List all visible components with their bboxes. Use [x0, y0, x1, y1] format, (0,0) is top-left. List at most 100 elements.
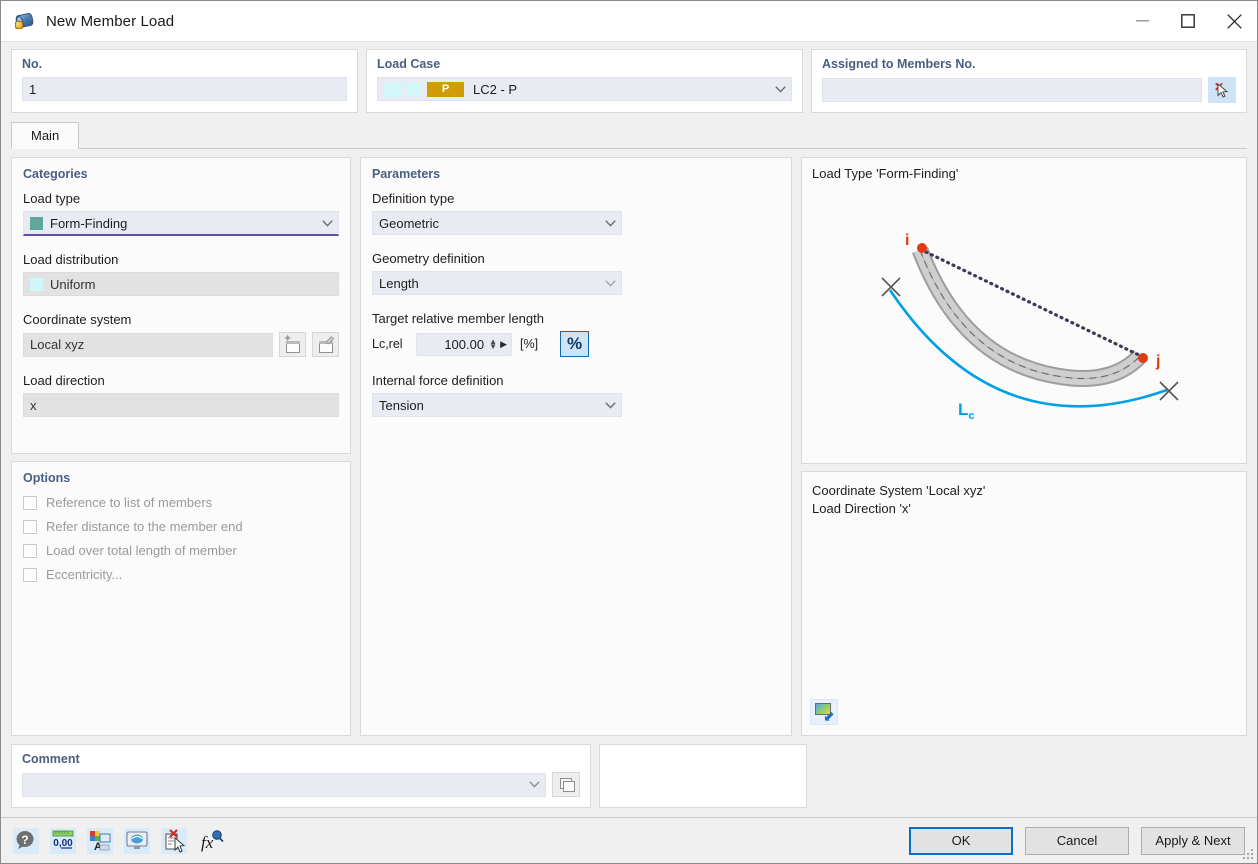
geometry-definition-group: Geometry definition Length [372, 251, 780, 295]
target-length-unit: [%] [520, 337, 538, 351]
load-distribution-group: Load distribution Uniform [23, 252, 339, 296]
ok-button[interactable]: OK [909, 827, 1013, 855]
checkbox-eccentricity[interactable] [23, 568, 37, 582]
chevron-down-icon[interactable] [599, 394, 621, 416]
bottom-spacer [815, 744, 1247, 808]
option-label: Reference to list of members [46, 495, 212, 510]
chevron-down-icon[interactable] [769, 78, 791, 100]
definition-type-group: Definition type Geometric [372, 191, 780, 235]
definition-type-combo[interactable]: Geometric [372, 211, 622, 235]
option-row[interactable]: Eccentricity... [23, 567, 339, 582]
load-distribution-label: Load distribution [23, 252, 339, 267]
checkbox-refer-distance-to-member-end[interactable] [23, 520, 37, 534]
assigned-members-input[interactable] [822, 78, 1202, 102]
load-direction-group: Load direction x [23, 373, 339, 417]
window-title: New Member Load [46, 13, 174, 30]
spinner-play-icon[interactable]: ▶ [500, 339, 507, 350]
percent-toggle-button[interactable]: % [560, 331, 589, 357]
load-direction-label: Load direction [23, 373, 339, 388]
right-column: Load Type 'Form-Finding' [801, 157, 1247, 736]
chevron-down-icon[interactable] [316, 212, 338, 234]
new-coordinate-system-button[interactable]: ✦ [279, 332, 306, 357]
coordinate-system-group: Coordinate system Local xyz ✦ [23, 312, 339, 357]
comment-templates-button[interactable] [552, 772, 580, 797]
parameters-title: Parameters [372, 167, 780, 181]
coordinate-system-label: Coordinate system [23, 312, 339, 327]
load-distribution-value-field: Uniform [23, 272, 339, 296]
load-type-value: Form-Finding [50, 216, 127, 231]
target-length-value: 100.00 [444, 337, 484, 352]
action-buttons: OK Cancel Apply & Next [909, 827, 1245, 855]
blank-panel [599, 744, 807, 808]
load-case-badge: P [427, 82, 464, 97]
help-icon[interactable]: ? [13, 828, 39, 854]
option-row[interactable]: Load over total length of member [23, 543, 339, 558]
node-j-label: j [1155, 353, 1160, 370]
left-column: Categories Load type Form-Finding Load d… [11, 157, 351, 736]
minimize-button[interactable] [1119, 1, 1165, 42]
display-properties-icon[interactable] [124, 828, 150, 854]
spinner-arrows-icon[interactable]: ▲▼ [489, 339, 497, 349]
svg-text:fx: fx [201, 833, 214, 852]
target-length-label: Target relative member length [372, 311, 780, 326]
categories-title: Categories [23, 167, 339, 181]
formula-icon[interactable]: fx [198, 828, 224, 854]
load-direction-value-field: x [23, 393, 339, 417]
apply-and-next-button[interactable]: Apply & Next [1141, 827, 1245, 855]
select-members-cursor-icon[interactable]: ✕ [1208, 77, 1236, 103]
coordinate-system-value-field: Local xyz [23, 333, 273, 357]
target-length-group: Target relative member length Lc,rel 100… [372, 311, 780, 357]
number-input[interactable]: 1 [22, 77, 347, 101]
assigned-members-group: Assigned to Members No. ✕ [811, 49, 1247, 113]
chevron-down-icon[interactable] [599, 272, 621, 294]
internal-force-combo[interactable]: Tension [372, 393, 622, 417]
geometry-definition-combo[interactable]: Length [372, 271, 622, 295]
comment-title: Comment [22, 752, 580, 766]
load-case-swatch-1 [384, 82, 401, 97]
target-length-input[interactable]: 100.00 ▲▼ ▶ [416, 333, 512, 356]
target-length-symbol: Lc,rel [372, 337, 408, 351]
internal-force-group: Internal force definition Tension [372, 373, 780, 417]
resize-grip[interactable] [1243, 849, 1254, 860]
decimal-places-icon[interactable]: 0,00 [50, 828, 76, 854]
load-case-group-title: Load Case [377, 57, 792, 71]
number-group-title: No. [22, 57, 347, 71]
option-label: Refer distance to the member end [46, 519, 243, 534]
geometry-definition-value: Length [379, 276, 419, 291]
definition-type-label: Definition type [372, 191, 780, 206]
option-row[interactable]: Refer distance to the member end [23, 519, 339, 534]
edit-coordinate-system-button[interactable] [312, 332, 339, 357]
options-title: Options [23, 471, 339, 485]
definition-type-value: Geometric [379, 216, 439, 231]
load-case-swatch-2 [405, 82, 422, 97]
footer-bar: ? 0,00 A [1, 817, 1257, 863]
assigned-members-group-title: Assigned to Members No. [822, 57, 1236, 71]
parameters-panel: Parameters Definition type Geometric Geo… [360, 157, 792, 736]
export-image-button[interactable]: ⬋ [810, 699, 838, 725]
cancel-button[interactable]: Cancel [1025, 827, 1129, 855]
load-type-combo[interactable]: Form-Finding [23, 211, 339, 236]
maximize-button[interactable] [1165, 1, 1211, 42]
middle-column: Parameters Definition type Geometric Geo… [360, 157, 792, 736]
colors-fonts-icon[interactable]: A [87, 828, 113, 854]
chevron-down-icon[interactable] [523, 774, 545, 796]
number-group: No. 1 [11, 49, 358, 113]
load-case-combo[interactable]: P LC2 - P [377, 77, 792, 101]
option-row[interactable]: Reference to list of members [23, 495, 339, 510]
description-line-1: Coordinate System 'Local xyz' [812, 482, 1236, 500]
node-i-label: i [905, 232, 909, 249]
preview-panel: Load Type 'Form-Finding' [801, 157, 1247, 464]
comment-combo[interactable] [22, 773, 546, 797]
length-label: Lc [958, 400, 975, 422]
load-distribution-value: Uniform [50, 277, 96, 292]
checkbox-reference-to-list-of-members[interactable] [23, 496, 37, 510]
chevron-down-icon[interactable] [599, 212, 621, 234]
load-type-swatch [30, 217, 43, 230]
delete-selection-icon[interactable] [161, 828, 187, 854]
tab-main[interactable]: Main [11, 122, 79, 149]
checkbox-load-over-total-length[interactable] [23, 544, 37, 558]
close-button[interactable] [1211, 1, 1257, 42]
load-type-label: Load type [23, 191, 339, 206]
option-label: Eccentricity... [46, 567, 122, 582]
dialog-content: Categories Load type Form-Finding Load d… [1, 149, 1257, 736]
